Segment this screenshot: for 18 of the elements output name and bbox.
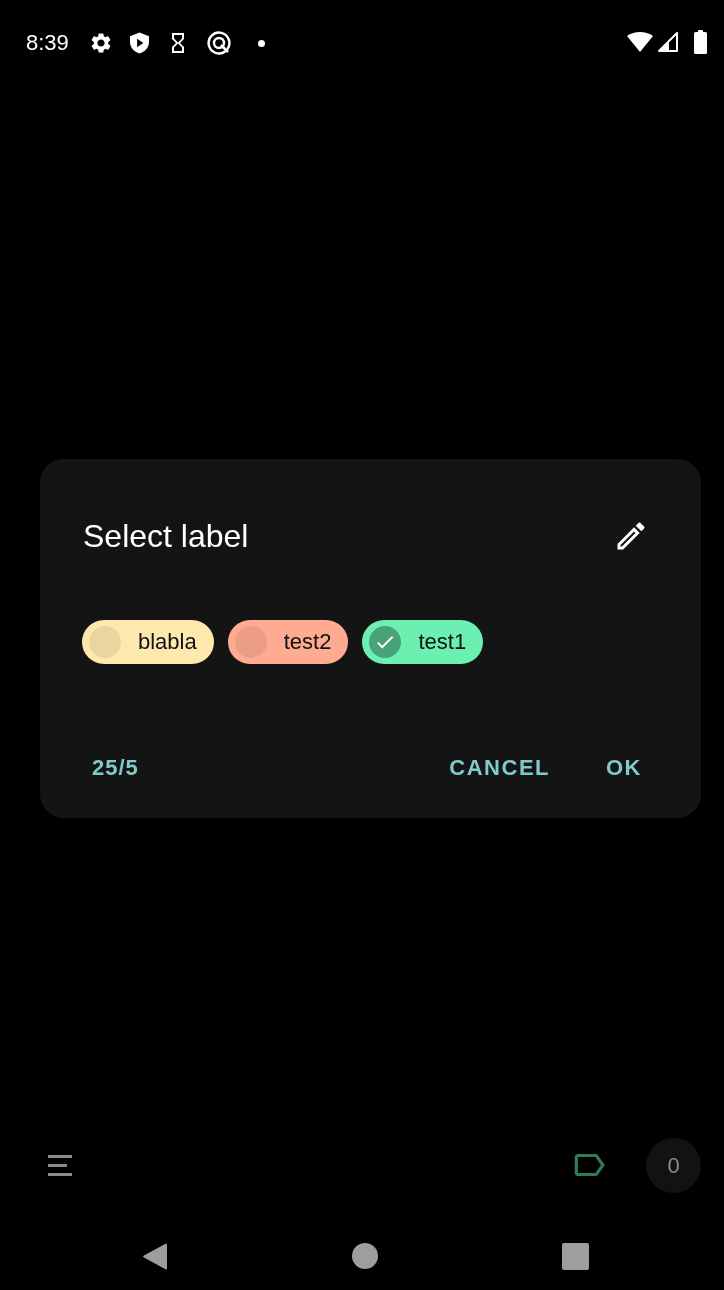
status-time: 8:39 [26, 30, 69, 56]
label-chip[interactable]: blabla [82, 620, 214, 664]
signal-icon [658, 32, 678, 52]
menu-icon[interactable] [48, 1154, 72, 1176]
cancel-button[interactable]: CANCEL [437, 748, 562, 788]
label-chip[interactable]: test2 [227, 620, 349, 664]
ok-button[interactable]: OK [594, 748, 654, 788]
ring-icon [206, 31, 231, 55]
count-button[interactable]: 0 [646, 1137, 701, 1193]
label-chip[interactable]: test1 [362, 620, 484, 664]
battery-icon [694, 30, 707, 54]
shield-play-icon [129, 32, 149, 54]
home-icon[interactable] [351, 1243, 378, 1269]
recents-icon[interactable] [561, 1242, 589, 1270]
label-counter: 25/5 [91, 754, 140, 782]
wifi-icon [627, 32, 653, 52]
back-icon[interactable] [141, 1241, 168, 1271]
dialog-title: Select label [83, 517, 249, 556]
